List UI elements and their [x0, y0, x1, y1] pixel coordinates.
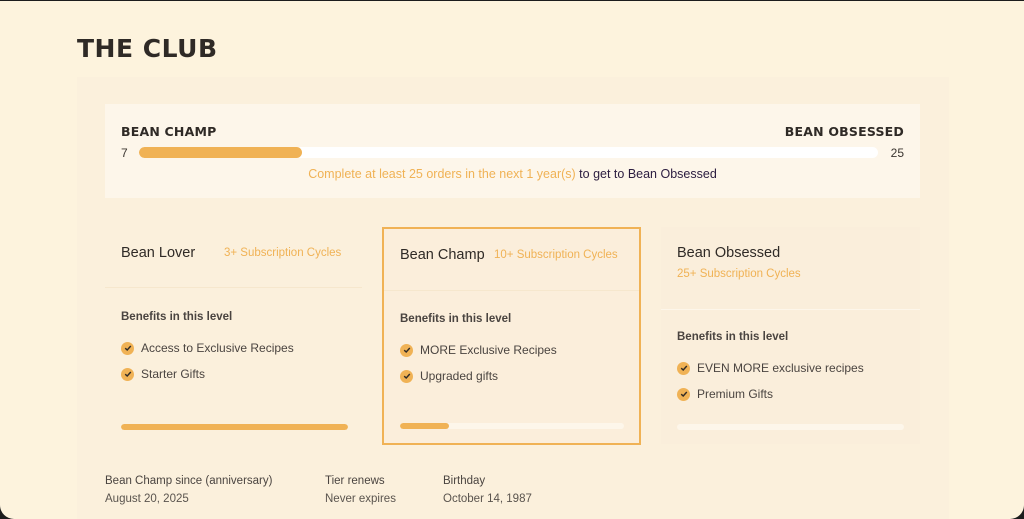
tier-renews-value: Never expires: [325, 493, 396, 505]
anniversary-label: Bean Champ since (anniversary): [105, 475, 273, 487]
current-order-count: 7: [121, 146, 128, 160]
tier-card-bean-lover: Bean Lover 3+ Subscription Cycles Benefi…: [105, 227, 362, 444]
check-circle-icon: [677, 361, 690, 375]
benefit-item: Premium Gifts: [677, 387, 773, 401]
tier-divider: [105, 287, 362, 288]
check-circle-icon: [121, 367, 134, 381]
current-tier-label: BEAN CHAMP: [121, 124, 217, 139]
tier-name: Bean Lover: [121, 245, 196, 261]
tier-level-bar: [677, 424, 904, 430]
anniversary-info: Bean Champ since (anniversary) August 20…: [105, 475, 272, 505]
benefit-label: Access to Exclusive Recipes: [141, 341, 294, 355]
tier-divider: [661, 309, 920, 310]
birthday-value: October 14, 1987: [443, 493, 532, 505]
benefit-label: Premium Gifts: [697, 387, 774, 401]
progress-message-goal: to get to Bean Obsessed: [575, 167, 717, 181]
tier-renews-info: Tier renews Never expires: [325, 475, 396, 505]
tier-level-bar: [121, 424, 348, 430]
tier-name: Bean Obsessed: [677, 245, 781, 261]
progress-message: Complete at least 25 orders in the next …: [105, 167, 920, 181]
app-window: THE CLUB BEAN CHAMP BEAN OBSESSED 7 25 C…: [0, 1, 1024, 519]
benefit-label: MORE Exclusive Recipes: [420, 343, 557, 357]
page-title: THE CLUB: [77, 34, 218, 63]
birthday-label: Birthday: [443, 475, 486, 487]
benefit-label: Upgraded gifts: [420, 369, 499, 383]
benefits-heading: Benefits in this level: [121, 311, 233, 323]
tier-level-bar-fill: [121, 424, 348, 430]
tier-cycles: 25+ Subscription Cycles: [677, 268, 801, 280]
tier-level-bar-fill: [400, 423, 450, 429]
benefit-label: EVEN MORE exclusive recipes: [697, 361, 864, 375]
tier-divider: [384, 290, 639, 291]
tier-name: Bean Champ: [400, 247, 485, 263]
tier-card-bean-obsessed: Bean Obsessed 25+ Subscription Cycles Be…: [661, 227, 920, 444]
tier-cycles: 10+ Subscription Cycles: [494, 249, 618, 261]
tier-progress-fill: [139, 147, 302, 158]
check-circle-icon: [121, 341, 134, 355]
next-tier-label: BEAN OBSESSED: [784, 124, 904, 139]
benefit-item: Starter Gifts: [121, 367, 205, 381]
benefit-item: EVEN MORE exclusive recipes: [677, 361, 864, 375]
progress-message-requirement: Complete at least 25 orders in the next …: [308, 167, 576, 181]
benefits-heading: Benefits in this level: [400, 313, 512, 325]
target-order-count: 25: [890, 146, 904, 160]
benefit-item: Upgraded gifts: [400, 369, 498, 383]
benefit-item: Access to Exclusive Recipes: [121, 341, 294, 355]
check-circle-icon: [677, 387, 690, 401]
tier-level-bar: [400, 423, 624, 429]
benefit-item: MORE Exclusive Recipes: [400, 343, 557, 357]
club-page: THE CLUB BEAN CHAMP BEAN OBSESSED 7 25 C…: [0, 1, 1024, 519]
benefits-heading: Benefits in this level: [677, 331, 789, 343]
tier-progress-bar: [139, 147, 878, 158]
check-circle-icon: [400, 343, 413, 357]
benefit-label: Starter Gifts: [141, 367, 206, 381]
tier-card-bean-champ: Bean Champ 10+ Subscription Cycles Benef…: [382, 227, 641, 445]
tier-progress-card: BEAN CHAMP BEAN OBSESSED 7 25 Complete a…: [105, 104, 920, 198]
tier-renews-label: Tier renews: [325, 475, 385, 487]
tier-cycles: 3+ Subscription Cycles: [224, 247, 342, 259]
birthday-info: Birthday October 14, 1987: [443, 475, 532, 505]
check-circle-icon: [400, 369, 413, 383]
anniversary-value: August 20, 2025: [105, 493, 189, 505]
